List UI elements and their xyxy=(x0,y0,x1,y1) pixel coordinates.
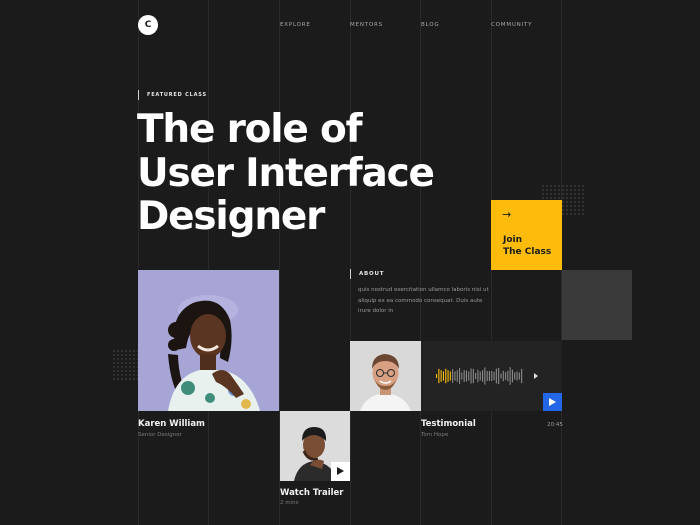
audio-player[interactable] xyxy=(421,341,562,411)
join-class-label: Join The Class xyxy=(503,235,552,257)
waveform-bar xyxy=(477,369,479,383)
nav-mentors[interactable]: MENTORS xyxy=(350,22,383,28)
trailer-title: Watch Trailer xyxy=(280,488,344,498)
waveform-bar xyxy=(516,371,518,381)
trailer-duration: 2 mins xyxy=(280,500,299,506)
waveform-bar xyxy=(456,370,458,382)
nav-explore[interactable]: EXPLORE xyxy=(280,22,311,28)
waveform-bar xyxy=(514,372,516,380)
waveform-bar xyxy=(452,369,454,383)
waveform-bar xyxy=(468,371,470,381)
grid-line xyxy=(138,0,139,525)
hero-title-line-2: User Interface xyxy=(137,151,435,196)
waveform-bar xyxy=(502,370,504,382)
waveform-bar xyxy=(495,368,497,384)
waveform-bar xyxy=(488,371,490,381)
waveform-bar xyxy=(498,367,500,385)
play-icon xyxy=(337,467,344,475)
waveform-play-icon xyxy=(534,373,538,379)
waveform-bar xyxy=(445,368,447,384)
mentor-name: Karen William xyxy=(138,419,205,429)
waveform-bar xyxy=(463,369,465,383)
nav-blog[interactable]: BLOG xyxy=(421,22,439,28)
about-heading: ABOUT xyxy=(350,269,384,279)
nav-community[interactable]: COMMUNITY xyxy=(491,22,532,28)
testimonial-duration: 20:45 xyxy=(547,422,563,428)
waveform-bar xyxy=(438,368,440,384)
waveform-bar xyxy=(472,368,474,384)
waveform-bar xyxy=(442,371,444,381)
waveform-bar xyxy=(511,369,513,383)
waveform-bar xyxy=(454,371,456,381)
grid-line xyxy=(208,0,209,525)
waveform-bar xyxy=(436,374,438,378)
mentor-role: Senior Designer xyxy=(138,432,182,438)
testimonial-author: Tom Hope xyxy=(421,432,449,438)
waveform-bar xyxy=(493,371,495,381)
waveform-bar xyxy=(484,367,486,385)
decorative-block xyxy=(562,270,632,340)
waveform-bar xyxy=(500,373,502,379)
waveform-bar xyxy=(461,372,463,380)
waveform-bar xyxy=(440,370,442,382)
waveform-bar xyxy=(507,370,509,382)
waveform-bar xyxy=(491,370,493,382)
join-class-button[interactable]: → Join The Class xyxy=(491,200,562,270)
testimonial-photo[interactable] xyxy=(350,341,421,411)
testimonial-title: Testimonial xyxy=(421,419,476,429)
audio-waveform xyxy=(436,367,538,385)
arrow-right-icon: → xyxy=(502,208,512,221)
waveform-bar xyxy=(470,368,472,384)
hero-title-line-3: Designer xyxy=(137,194,325,239)
mentor-photo[interactable] xyxy=(138,270,279,411)
waveform-bar xyxy=(447,370,449,382)
waveform-bar xyxy=(521,368,523,384)
waveform-bar xyxy=(518,372,520,380)
waveform-bar xyxy=(465,370,467,382)
waveform-bar xyxy=(479,371,481,381)
trailer-play-button[interactable] xyxy=(331,462,350,481)
waveform-bar xyxy=(509,367,511,385)
waveform-bar xyxy=(475,372,477,380)
dot-pattern xyxy=(113,350,139,380)
play-icon xyxy=(549,398,556,406)
grid-line xyxy=(420,0,421,525)
audio-play-button[interactable] xyxy=(543,393,562,411)
featured-class-label: FEATURED CLASS xyxy=(138,90,207,100)
waveform-bar xyxy=(459,368,461,384)
waveform-bar xyxy=(482,370,484,382)
waveform-bar xyxy=(505,372,507,380)
hero-title-line-1: The role of xyxy=(137,107,363,152)
landing-page: C EXPLORE MENTORS BLOG COMMUNITY FEATURE… xyxy=(0,0,700,525)
waveform-bar xyxy=(449,371,451,381)
about-body: quis nostrud exercitation ullamco labori… xyxy=(358,287,489,314)
brand-logo[interactable]: C xyxy=(138,15,158,35)
waveform-bar xyxy=(486,371,488,381)
grid-line xyxy=(350,0,351,525)
